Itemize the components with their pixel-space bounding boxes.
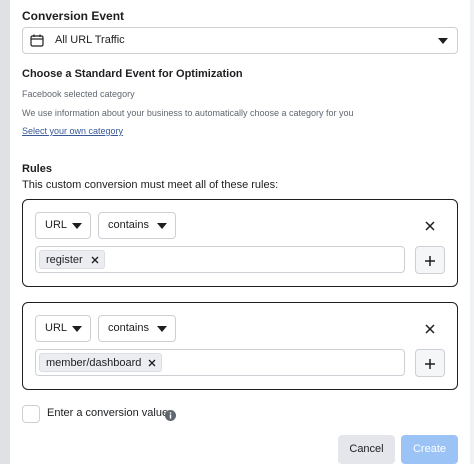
optimization-subtitle: Facebook selected category [22,89,135,99]
rule-operator-value: contains [108,219,149,231]
rule-field-value: URL [45,322,68,334]
info-icon[interactable] [165,408,176,421]
rule-values-input[interactable]: member/dashboard [35,349,405,376]
optimization-description: We use information about your business t… [22,108,354,118]
conversion-event-value: All URL Traffic [55,34,125,46]
cancel-button[interactable]: Cancel [338,435,395,464]
chevron-down-icon [72,223,82,229]
rule-operator-value: contains [108,322,149,334]
value-token-label: member/dashboard [46,357,142,369]
chevron-down-icon [157,223,167,229]
value-token: member/dashboard [39,353,162,372]
rule-field-value: URL [45,219,68,231]
plus-icon [424,254,436,266]
chevron-down-icon [438,38,448,44]
rule-field-select[interactable]: URL [35,212,91,239]
rule-field-select[interactable]: URL [35,315,91,342]
conversion-event-title: Conversion Event [22,9,125,23]
rule-card: URL contains member/dashboard [22,302,458,390]
add-value-button[interactable] [415,349,445,377]
value-token: register [39,250,105,269]
conversion-event-select[interactable]: All URL Traffic [22,27,458,54]
chevron-down-icon [157,326,167,332]
rule-card: URL contains register [22,199,458,287]
rule-operator-select[interactable]: contains [98,212,176,239]
rules-subtitle: This custom conversion must meet all of … [22,179,279,191]
value-token-label: register [46,254,83,266]
rules-title: Rules [22,163,52,175]
custom-conversion-dialog: Conversion Event All URL Traffic Choose … [10,0,470,464]
select-category-link[interactable]: Select your own category [22,126,123,136]
remove-rule-icon[interactable] [423,322,437,336]
conversion-value-label: Enter a conversion value [47,407,169,419]
conversion-value-checkbox[interactable] [22,405,40,423]
add-value-button[interactable] [415,246,445,274]
remove-token-icon[interactable] [147,358,157,368]
chevron-down-icon [72,326,82,332]
rule-values-input[interactable]: register [35,246,405,273]
plus-icon [424,357,436,369]
create-button[interactable]: Create [401,435,458,464]
remove-rule-icon[interactable] [423,219,437,233]
optimization-title: Choose a Standard Event for Optimization [22,68,243,80]
rule-operator-select[interactable]: contains [98,315,176,342]
calendar-icon [30,34,44,47]
remove-token-icon[interactable] [90,255,100,265]
